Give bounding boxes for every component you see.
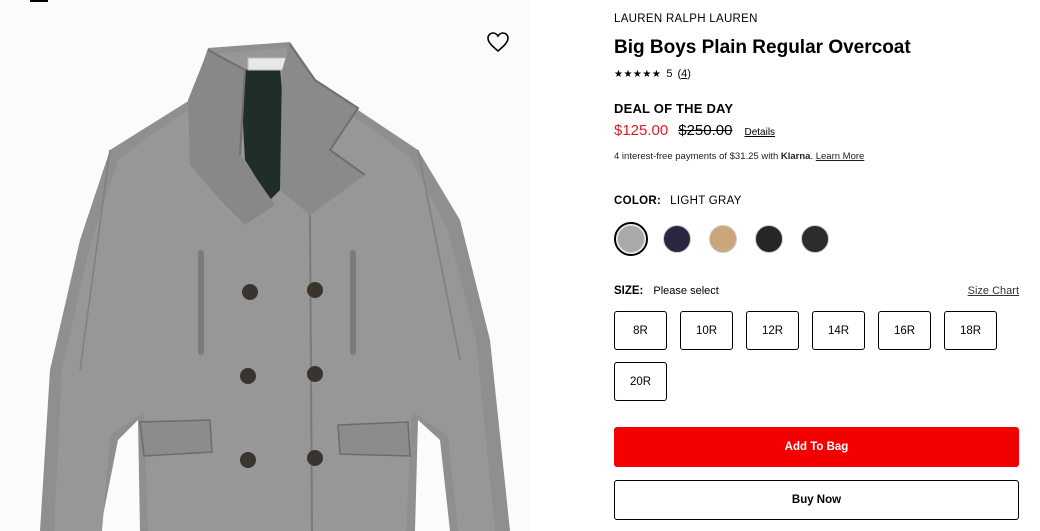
size-option-button[interactable]: 8R — [614, 311, 667, 350]
color-swatch-dot — [709, 225, 737, 253]
gallery-indicator[interactable] — [30, 0, 48, 2]
review-count[interactable]: 4 — [681, 68, 687, 80]
selected-size: Please select — [653, 285, 719, 297]
klarna-message: 4 interest-free payments of $31.25 with … — [614, 151, 864, 162]
size-option-button[interactable]: 12R — [746, 311, 799, 350]
color-selector-label: COLOR: LIGHT GRAY — [614, 195, 742, 207]
color-swatch[interactable] — [614, 222, 648, 256]
color-swatch-dot — [801, 225, 829, 253]
klarna-text: 4 interest-free payments of $31.25 with — [614, 151, 781, 162]
color-swatch-dot — [755, 225, 783, 253]
color-swatch[interactable] — [706, 222, 740, 256]
sale-price: $125.00 — [614, 122, 669, 139]
color-label: COLOR: — [614, 195, 662, 207]
klarna-logo: Klarna — [780, 151, 811, 162]
product-title: Big Boys Plain Regular Overcoat — [614, 37, 911, 58]
size-option-button[interactable]: 10R — [680, 311, 733, 350]
color-swatch[interactable] — [752, 222, 786, 256]
price-row: $125.00 $250.00 Details — [614, 122, 775, 139]
product-page: LAUREN RALPH LAUREN Big Boys Plain Regul… — [0, 0, 1040, 531]
size-selector-label: SIZE: Please select Size Chart — [614, 285, 1019, 297]
size-label: SIZE: — [614, 285, 644, 297]
price-details-link[interactable]: Details — [744, 127, 775, 138]
brand-name[interactable]: LAUREN RALPH LAUREN — [614, 13, 758, 25]
deal-label: DEAL OF THE DAY — [614, 101, 734, 116]
rating-score: 5 — [666, 68, 673, 80]
size-options: 8R 10R 12R 14R 16R 18R 20R — [614, 311, 1019, 401]
star-rating-icon: ★★★★★ — [614, 68, 662, 80]
color-swatch[interactable] — [660, 222, 694, 256]
color-swatch-dot — [617, 225, 645, 253]
size-option-button[interactable]: 18R — [944, 311, 997, 350]
heart-icon[interactable] — [486, 31, 510, 53]
selected-color: LIGHT GRAY — [670, 195, 742, 207]
size-chart-link[interactable]: Size Chart — [968, 285, 1019, 297]
add-to-bag-button[interactable]: Add To Bag — [614, 427, 1019, 467]
overcoat-product-image[interactable] — [40, 40, 520, 531]
size-option-button[interactable]: 16R — [878, 311, 931, 350]
color-swatches — [614, 222, 832, 256]
size-option-button[interactable]: 20R — [614, 362, 667, 401]
size-option-button[interactable]: 14R — [812, 311, 865, 350]
review-count-link[interactable]: (4) — [677, 68, 690, 80]
color-swatch-dot — [663, 225, 691, 253]
rating-summary: ★★★★★ 5 (4) — [614, 68, 691, 80]
original-price: $250.00 — [678, 122, 733, 139]
klarna-learn-more-link[interactable]: Learn More — [816, 151, 865, 162]
buy-now-button[interactable]: Buy Now — [614, 480, 1019, 520]
product-gallery — [0, 0, 530, 531]
color-swatch[interactable] — [798, 222, 832, 256]
